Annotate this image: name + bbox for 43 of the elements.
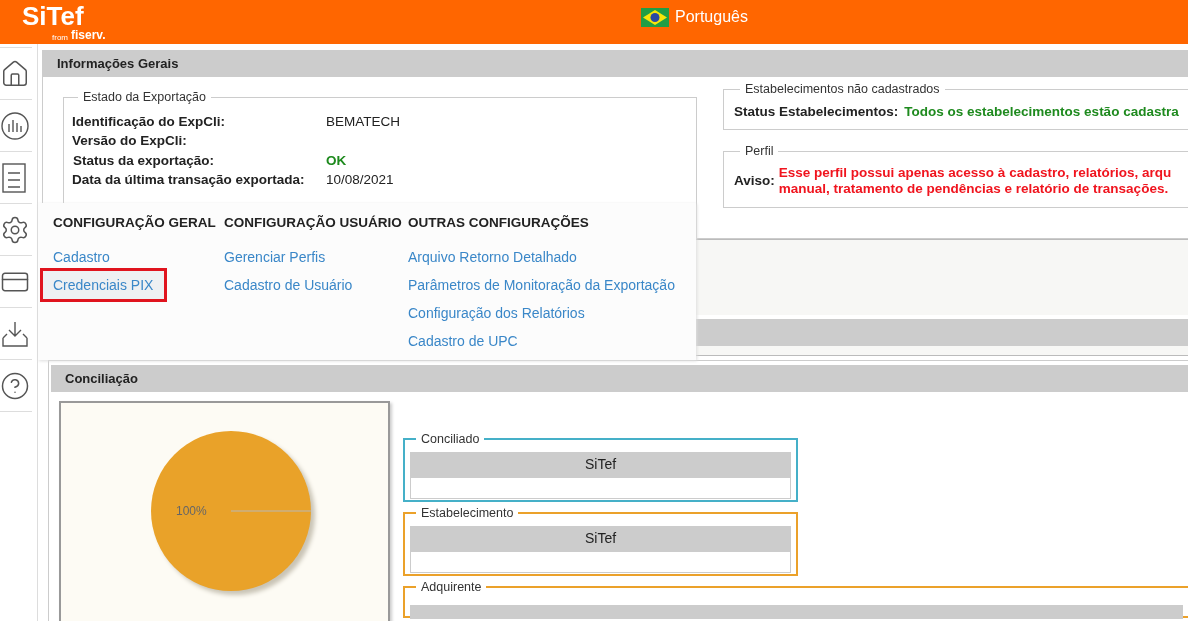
panel-title: Informações Gerais	[57, 55, 179, 74]
field-label: Versão do ExpCli:	[72, 132, 188, 151]
field-label: Status Estabelecimentos:	[734, 102, 899, 121]
language-selector[interactable]: Português	[675, 5, 748, 29]
menu-heading: CONFIGURAÇÃO GERAL	[53, 215, 217, 231]
menu-link[interactable]: Configuração dos Relatórios	[408, 299, 585, 327]
slice-label: 100%	[176, 504, 207, 518]
menu-link[interactable]: Arquivo Retorno Detalhado	[408, 243, 577, 271]
logo[interactable]: SiTef	[22, 2, 600, 29]
fieldset-legend: Perfil	[740, 142, 779, 161]
menu-link[interactable]: Cadastro	[53, 243, 110, 271]
panel-title: Conciliação	[65, 369, 138, 388]
menu-link[interactable]: Parâmetros de Monitoração da Exportação	[408, 271, 675, 299]
logo-tagline: from	[52, 32, 68, 42]
field-label: Identificação do ExpCli:	[72, 112, 227, 131]
field-label: Status da exportação:	[72, 151, 216, 170]
chart-icon[interactable]	[0, 110, 30, 141]
field-value: BEMATECH	[326, 112, 401, 131]
menu-link[interactable]: Cadastro de Usuário	[224, 271, 353, 299]
fieldset-legend: Estado da Exportação	[78, 88, 211, 107]
menu-heading: CONFIGURAÇÃO USUÁRIO	[224, 215, 403, 231]
fieldset-legend: Adquirente	[416, 578, 487, 597]
field-label: Data da última transação exportada:	[72, 171, 306, 190]
fieldset-legend: Estabelecimentos não cadastrados	[740, 80, 945, 99]
field-label: Aviso:	[734, 171, 775, 190]
settings-icon[interactable]	[0, 214, 30, 245]
logo-brand: fiserv.	[71, 28, 106, 42]
menu-link[interactable]: Gerenciar Perfis	[224, 243, 326, 271]
field-value: OK	[326, 151, 348, 170]
brazil-flag-icon	[641, 7, 669, 27]
warning-text: manual, tratamento de pendências e relatório de transações.	[778, 180, 1170, 197]
help-icon[interactable]	[0, 370, 30, 401]
home-icon[interactable]	[0, 58, 30, 89]
menu-link[interactable]: Cadastro de UPC	[408, 327, 518, 355]
menu-link[interactable]: Credenciais PIX	[40, 268, 168, 302]
warning-text: Esse perfil possui apenas acesso à cadastro, relatórios, arqu	[778, 164, 1172, 181]
column-heading: SiTef	[584, 455, 617, 475]
column-heading: SiTef	[584, 529, 617, 549]
fieldset-legend: Estabelecimento	[416, 504, 519, 523]
fieldset-legend: Conciliado	[416, 430, 485, 449]
menu-heading: OUTRAS CONFIGURAÇÕES	[408, 215, 590, 231]
field-value: Todos os estabelecimentos estão cadastra	[904, 102, 1179, 121]
field-value: 10/08/2021	[326, 171, 395, 190]
